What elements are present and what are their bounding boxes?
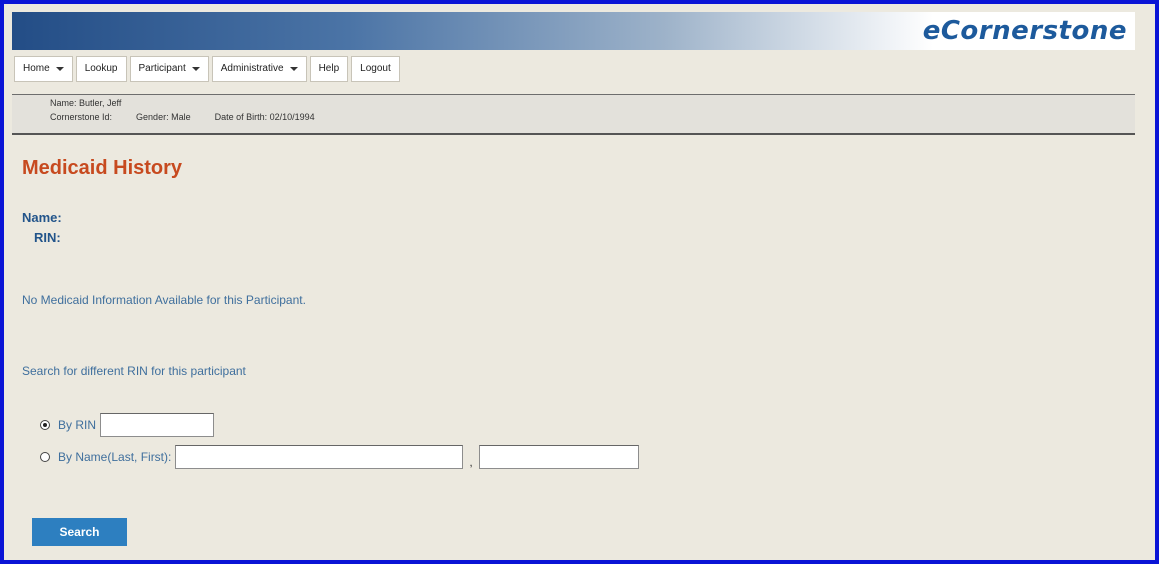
app-logo: eCornerstone xyxy=(922,16,1127,46)
first-name-input[interactable] xyxy=(478,445,639,469)
menu-item-participant[interactable]: Participant xyxy=(129,56,209,82)
menu-item-administrative[interactable]: Administrative xyxy=(211,56,307,82)
by-rin-row: By RIN xyxy=(40,413,215,437)
header-banner: eCornerstone xyxy=(12,12,1135,50)
menu-item-lookup[interactable]: Lookup xyxy=(75,56,127,82)
by-name-row: By Name(Last, First): , xyxy=(40,445,639,469)
participant-details: Cornerstone Id: Gender: Male Date of Bir… xyxy=(50,112,339,122)
name-label: Name: xyxy=(22,210,62,225)
no-info-message: No Medicaid Information Available for th… xyxy=(22,293,306,307)
menu-item-home[interactable]: Home xyxy=(14,56,73,82)
page-title: Medicaid History xyxy=(22,157,183,179)
rin-label: RIN: xyxy=(34,230,61,245)
menu-item-label: Logout xyxy=(360,63,391,74)
search-prompt: Search for different RIN for this partic… xyxy=(22,364,246,378)
participant-dob: Date of Birth: 02/10/1994 xyxy=(214,112,315,122)
nav-bar: Home Lookup Participant Administrative H… xyxy=(12,51,1135,91)
app-window: eCornerstone Home Lookup Participant Adm… xyxy=(0,0,1159,564)
menu-item-label: Participant xyxy=(138,63,186,74)
participant-name: Name: Butler, Jeff xyxy=(50,98,122,108)
last-name-input[interactable] xyxy=(175,445,464,469)
menu-item-label: Home xyxy=(23,63,50,74)
search-button[interactable]: Search xyxy=(32,518,127,546)
by-rin-label: By RIN xyxy=(58,418,97,432)
menu-item-label: Help xyxy=(318,63,340,74)
chevron-down-icon xyxy=(55,67,64,71)
participant-cornerstone-id: Cornerstone Id: xyxy=(50,112,113,122)
participant-info-bar: Name: Butler, Jeff Cornerstone Id: Gende… xyxy=(12,94,1135,135)
by-name-label: By Name(Last, First): xyxy=(58,450,172,464)
menu-item-label: Lookup xyxy=(84,63,118,74)
rin-input[interactable] xyxy=(100,413,215,437)
menu-item-help[interactable]: Help xyxy=(309,56,349,82)
menu-item-label: Administrative xyxy=(220,63,284,74)
main-menu: Home Lookup Participant Administrative H… xyxy=(14,56,403,82)
page-body: eCornerstone Home Lookup Participant Adm… xyxy=(12,12,1135,560)
participant-gender: Gender: Male xyxy=(136,112,191,122)
by-name-radio[interactable] xyxy=(40,452,50,462)
menu-item-logout[interactable]: Logout xyxy=(351,56,400,82)
name-separator: , xyxy=(469,455,473,469)
by-rin-radio[interactable] xyxy=(40,420,50,430)
chevron-down-icon xyxy=(191,67,200,71)
chevron-down-icon xyxy=(289,67,298,71)
